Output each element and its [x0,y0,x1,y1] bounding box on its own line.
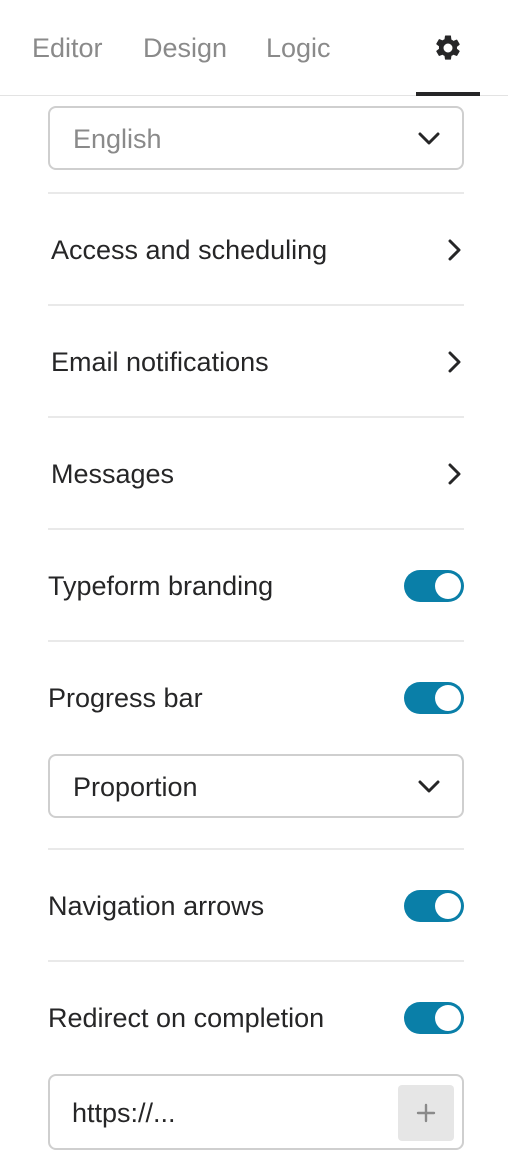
typeform-branding-row: Typeform branding [48,556,464,616]
chevron-right-icon [448,239,461,261]
divider [48,528,464,530]
toggle-knob [435,1005,461,1031]
add-variable-button[interactable] [398,1085,454,1141]
chevron-right-icon [448,463,461,485]
tab-logic[interactable]: Logic [266,30,331,66]
toggle-knob [435,573,461,599]
divider [48,960,464,962]
chevron-right-icon [448,351,461,373]
progress-bar-toggle[interactable] [404,682,464,714]
plus-icon [416,1103,436,1123]
divider [48,848,464,850]
messages-row[interactable]: Messages [48,444,464,504]
divider [48,304,464,306]
chevron-down-icon [418,132,440,145]
navigation-arrows-row: Navigation arrows [48,876,464,936]
email-notifications-row[interactable]: Email notifications [48,332,464,392]
navigation-arrows-label: Navigation arrows [48,891,265,921]
redirect-url-field [48,1074,464,1150]
access-and-scheduling-label: Access and scheduling [51,235,328,265]
redirect-url-input[interactable] [72,1094,392,1132]
navigation-arrows-toggle[interactable] [404,890,464,922]
chevron-down-icon [418,780,440,793]
language-select[interactable]: English [48,106,464,170]
tab-settings[interactable] [416,0,480,96]
typeform-branding-label: Typeform branding [48,571,274,601]
gear-icon [436,35,460,60]
progress-bar-row: Progress bar [48,668,464,728]
progress-type-select-value: Proportion [73,772,198,802]
toggle-knob [435,685,461,711]
typeform-branding-toggle[interactable] [404,570,464,602]
progress-type-select[interactable]: Proportion [48,754,464,818]
divider [48,416,464,418]
messages-label: Messages [51,459,175,489]
language-select-value: English [73,124,162,154]
divider [48,192,464,194]
tab-bar: Editor Design Logic [0,0,508,96]
access-and-scheduling-row[interactable]: Access and scheduling [48,220,464,280]
divider [48,640,464,642]
toggle-knob [435,893,461,919]
tab-editor[interactable]: Editor [32,30,103,66]
progress-bar-label: Progress bar [48,683,203,713]
tab-design[interactable]: Design [143,30,227,66]
redirect-on-completion-label: Redirect on completion [48,1003,325,1033]
redirect-on-completion-row: Redirect on completion [48,988,464,1048]
email-notifications-label: Email notifications [51,347,269,377]
redirect-on-completion-toggle[interactable] [404,1002,464,1034]
